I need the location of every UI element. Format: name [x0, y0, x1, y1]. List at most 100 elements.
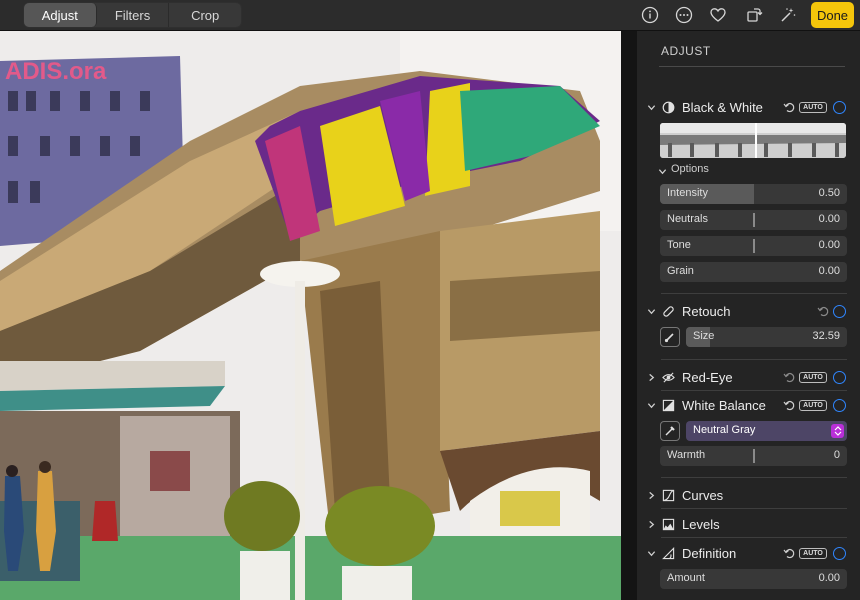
section-levels[interactable]: Levels — [637, 513, 860, 535]
tab-filters[interactable]: Filters — [97, 3, 170, 27]
chevron-down-icon[interactable] — [646, 102, 656, 112]
info-icon[interactable] — [640, 5, 660, 25]
section-label: Red-Eye — [682, 369, 733, 385]
slider-label: Intensity — [667, 187, 708, 199]
filter-thumbnails[interactable] — [660, 123, 846, 158]
slider-label: Warmth — [667, 449, 706, 461]
auto-button[interactable]: AUTO — [799, 547, 827, 559]
revert-icon[interactable] — [817, 305, 829, 317]
intensity-slider[interactable]: Intensity 0.50 — [660, 184, 847, 204]
section-label: Black & White — [682, 99, 763, 115]
white-balance-icon — [661, 398, 675, 412]
slider-value: 0.00 — [818, 213, 840, 225]
done-button[interactable]: Done — [811, 2, 854, 28]
eyedropper-icon — [665, 426, 675, 436]
enable-toggle[interactable] — [833, 546, 846, 560]
auto-button[interactable]: AUTO — [799, 101, 827, 113]
slider-label: Grain — [667, 265, 694, 277]
revert-icon[interactable] — [783, 547, 795, 559]
section-label: Definition — [682, 545, 737, 561]
toolbar: Adjust Filters Crop Done — [0, 0, 860, 31]
options-chevron-icon[interactable] — [657, 166, 667, 176]
size-slider[interactable]: Size 32.59 — [686, 327, 847, 347]
slider-value: 0.00 — [818, 572, 840, 584]
curves-icon — [661, 488, 675, 502]
levels-icon — [661, 517, 675, 531]
neutrals-slider[interactable]: Neutrals 0.00 — [660, 210, 847, 230]
panel-divider — [621, 31, 637, 600]
section-label: Curves — [682, 487, 724, 503]
sidebar-title: ADJUST — [661, 44, 711, 58]
enable-toggle[interactable] — [833, 304, 846, 318]
revert-icon[interactable] — [783, 371, 795, 383]
section-divider — [661, 537, 847, 538]
section-red-eye[interactable]: Red-Eye AUTO — [637, 366, 860, 388]
section-definition[interactable]: Definition AUTO — [637, 542, 860, 564]
painted-photo: ADIS.ora — [0, 31, 621, 600]
enable-toggle[interactable] — [833, 100, 846, 114]
heart-icon[interactable] — [708, 5, 728, 25]
adjust-sidebar: ADJUST Black & White AUTO Options Intens… — [637, 31, 860, 600]
chevron-down-icon[interactable] — [646, 400, 656, 410]
slider-value: 0.50 — [818, 187, 840, 199]
brush-icon — [664, 333, 674, 343]
more-icon[interactable] — [674, 5, 694, 25]
title-divider — [659, 66, 845, 67]
select-value: Neutral Gray — [693, 424, 756, 436]
photo-canvas[interactable]: ADIS.ora — [0, 31, 621, 600]
slider-handle[interactable] — [753, 239, 755, 253]
slider-label: Size — [693, 330, 715, 342]
section-label: White Balance — [682, 397, 766, 413]
grain-slider[interactable]: Grain 0.00 — [660, 262, 847, 282]
slider-value: 0.00 — [818, 265, 840, 277]
options-label[interactable]: Options — [671, 163, 709, 175]
slider-handle[interactable] — [753, 213, 755, 227]
rotate-icon[interactable] — [744, 5, 764, 25]
chevron-down-icon[interactable] — [646, 548, 656, 558]
section-curves[interactable]: Curves — [637, 484, 860, 506]
slider-value: 32.59 — [812, 330, 840, 342]
eyedropper-button[interactable] — [660, 421, 680, 441]
revert-icon[interactable] — [783, 399, 795, 411]
chevron-right-icon[interactable] — [646, 372, 656, 382]
chevron-right-icon[interactable] — [646, 490, 656, 500]
slider-label: Neutrals — [667, 213, 708, 225]
slider-label: Tone — [667, 239, 691, 251]
eye-slash-icon — [661, 370, 675, 384]
section-retouch[interactable]: Retouch — [637, 300, 860, 322]
chevron-down-icon[interactable] — [646, 306, 656, 316]
photos-editor-window: Adjust Filters Crop Done ADIS.ora ADJUST… — [0, 0, 860, 600]
section-divider — [661, 293, 847, 294]
chevron-updown-icon — [831, 424, 844, 438]
mode-segmented-control: Adjust Filters Crop — [23, 2, 242, 28]
section-divider — [661, 359, 847, 360]
auto-button[interactable]: AUTO — [799, 399, 827, 411]
section-divider — [661, 390, 847, 391]
slider-value: 0 — [833, 449, 840, 461]
auto-button[interactable]: AUTO — [799, 371, 827, 383]
section-black-white[interactable]: Black & White AUTO — [637, 96, 860, 118]
chevron-right-icon[interactable] — [646, 519, 656, 529]
enable-toggle[interactable] — [833, 398, 846, 412]
magic-wand-icon[interactable] — [778, 5, 798, 25]
tab-adjust[interactable]: Adjust — [24, 3, 97, 27]
warmth-slider[interactable]: Warmth 0 — [660, 446, 847, 466]
bandage-icon — [661, 304, 675, 318]
section-label: Levels — [682, 516, 720, 532]
enable-toggle[interactable] — [833, 370, 846, 384]
slider-value: 0.00 — [818, 239, 840, 251]
slider-label: Amount — [667, 572, 705, 584]
white-balance-select[interactable]: Neutral Gray — [686, 421, 847, 441]
section-divider — [661, 477, 847, 478]
revert-icon[interactable] — [783, 101, 795, 113]
black-white-icon — [661, 100, 675, 114]
brush-button[interactable] — [660, 327, 680, 347]
section-white-balance[interactable]: White Balance AUTO — [637, 394, 860, 416]
amount-slider[interactable]: Amount 0.00 — [660, 569, 847, 589]
definition-icon — [661, 546, 675, 560]
tab-crop[interactable]: Crop — [169, 3, 241, 27]
section-label: Retouch — [682, 303, 731, 319]
slider-handle[interactable] — [753, 449, 755, 463]
building-sign: ADIS.ora — [5, 58, 107, 85]
tone-slider[interactable]: Tone 0.00 — [660, 236, 847, 256]
